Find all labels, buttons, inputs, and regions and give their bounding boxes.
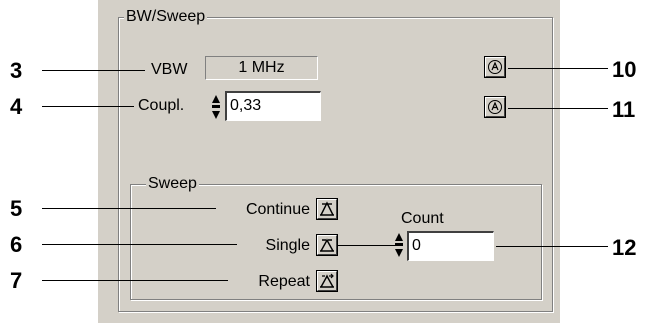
coupl-input[interactable]: 0,33 xyxy=(225,91,321,121)
callout-number: 6 xyxy=(10,232,23,257)
sweep-group-title: Sweep xyxy=(146,175,199,193)
count-label: Count xyxy=(401,210,444,227)
sweep-single-icon xyxy=(320,238,334,252)
coupl-auto-button[interactable] xyxy=(484,96,506,118)
bw-sweep-group-title: BW/Sweep xyxy=(124,8,208,26)
callout-number: 5 xyxy=(10,196,23,221)
spin-down-arrow-icon[interactable] xyxy=(212,111,220,119)
callout-line xyxy=(508,68,608,69)
spin-down-arrow-icon[interactable] xyxy=(395,249,403,257)
sweep-repeat-button[interactable] xyxy=(316,270,338,292)
callout-line xyxy=(42,244,237,245)
sweep-single-button[interactable] xyxy=(316,234,338,256)
callout-number: 11 xyxy=(612,97,636,122)
vbw-label: VBW xyxy=(151,61,188,78)
single-count-link-line xyxy=(338,245,395,246)
callout-line xyxy=(42,70,145,71)
callout-number: 12 xyxy=(612,235,637,260)
spin-up-arrow-icon[interactable] xyxy=(395,233,403,241)
bw-sweep-panel: BW/Sweep VBW 1 MHz Coupl. 0,33 Sweep Con… xyxy=(98,0,560,323)
callout-line xyxy=(42,208,216,209)
spin-divider xyxy=(212,105,220,108)
callout-number: 3 xyxy=(10,58,23,83)
vbw-value-display: 1 MHz xyxy=(205,56,318,80)
coupl-label: Coupl. xyxy=(138,97,185,114)
sweep-continuous-icon xyxy=(320,201,334,216)
coupl-spinner[interactable] xyxy=(212,92,220,122)
callout-line xyxy=(42,280,228,281)
count-input[interactable]: 0 xyxy=(407,231,494,261)
sweep-single-label: Single xyxy=(265,237,310,254)
auto-mode-icon xyxy=(488,60,502,74)
sweep-repeat-icon xyxy=(320,273,334,288)
vbw-auto-button[interactable] xyxy=(484,56,506,78)
callout-number: 10 xyxy=(612,57,637,82)
callout-number: 4 xyxy=(10,94,23,119)
auto-mode-icon xyxy=(488,100,502,114)
sweep-continue-button[interactable] xyxy=(316,198,338,220)
callout-number: 7 xyxy=(10,268,23,293)
callout-line xyxy=(508,108,608,109)
sweep-continue-label: Continue xyxy=(245,201,310,218)
sweep-repeat-label: Repeat xyxy=(258,273,310,290)
spin-up-arrow-icon[interactable] xyxy=(212,95,220,103)
callout-line xyxy=(496,246,608,247)
count-spinner[interactable] xyxy=(395,230,403,260)
callout-line xyxy=(42,106,134,107)
spin-divider xyxy=(395,243,403,246)
